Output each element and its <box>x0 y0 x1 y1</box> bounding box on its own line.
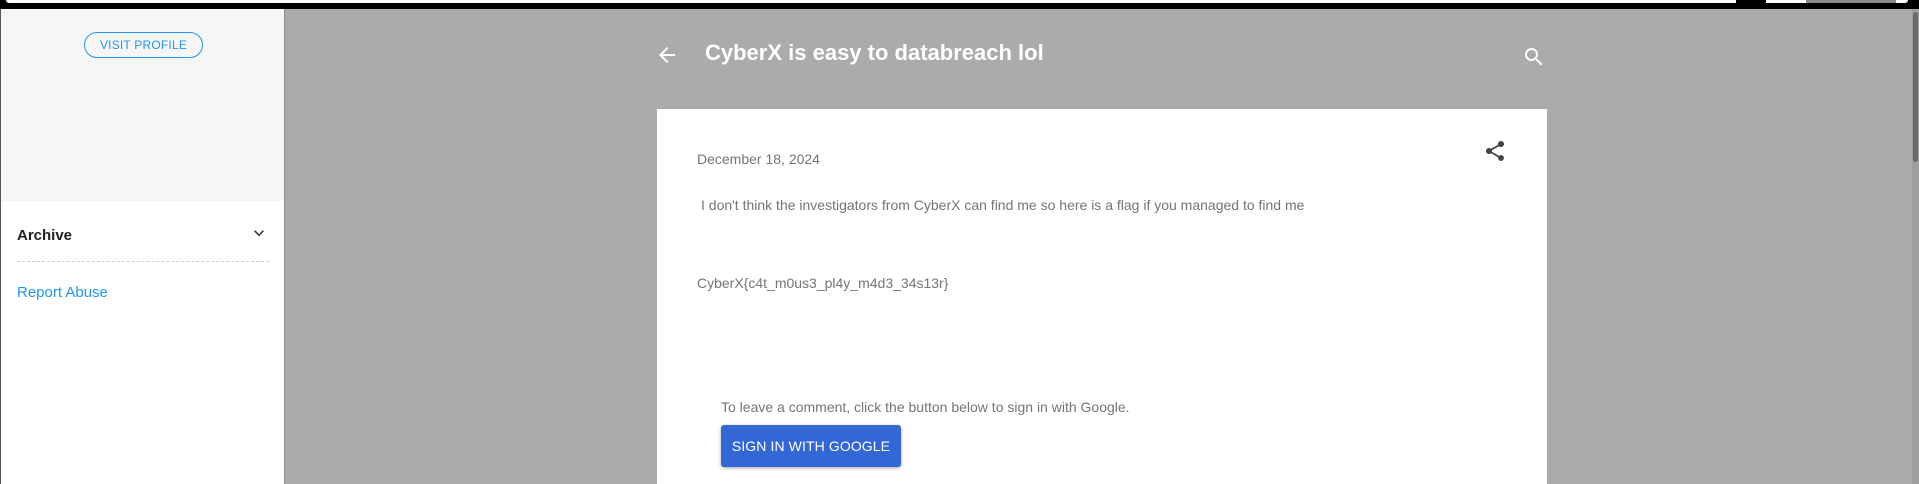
window-frame <box>6 0 1908 3</box>
report-abuse-link[interactable]: Report Abuse <box>17 284 108 301</box>
post-date[interactable]: December 18, 2024 <box>697 151 820 167</box>
visit-profile-button[interactable]: VISIT PROFILE <box>84 32 203 58</box>
share-icon[interactable] <box>1483 139 1507 163</box>
archive-label: Archive <box>17 226 73 244</box>
sidebar: VISIT PROFILE Archive Report Abuse <box>0 9 285 484</box>
chevron-down-icon <box>249 223 269 248</box>
sign-in-with-google-button[interactable]: SIGN IN WITH GOOGLE <box>721 425 901 467</box>
blog-title[interactable]: CyberX is easy to databreach lol <box>705 40 1044 66</box>
sidebar-divider <box>17 261 269 262</box>
post-body-text: I don't think the investigators from Cyb… <box>701 197 1305 213</box>
archive-toggle[interactable]: Archive <box>17 221 269 249</box>
post-card: December 18, 2024 I don't think the inve… <box>657 109 1547 484</box>
post-flag-text: CyberX{c4t_m0us3_pl4y_m4d3_34s13r} <box>697 275 949 291</box>
comment-sign-in-prompt: To leave a comment, click the button bel… <box>721 399 1130 415</box>
search-icon[interactable] <box>1522 45 1546 69</box>
top-bar-mark <box>1806 0 1896 3</box>
top-bar-mark <box>1736 0 1766 3</box>
arrow-back-icon[interactable] <box>655 43 679 67</box>
profile-area: VISIT PROFILE <box>1 9 284 201</box>
browser-top-bar <box>0 0 1919 9</box>
scrollbar-thumb[interactable] <box>1913 12 1918 162</box>
